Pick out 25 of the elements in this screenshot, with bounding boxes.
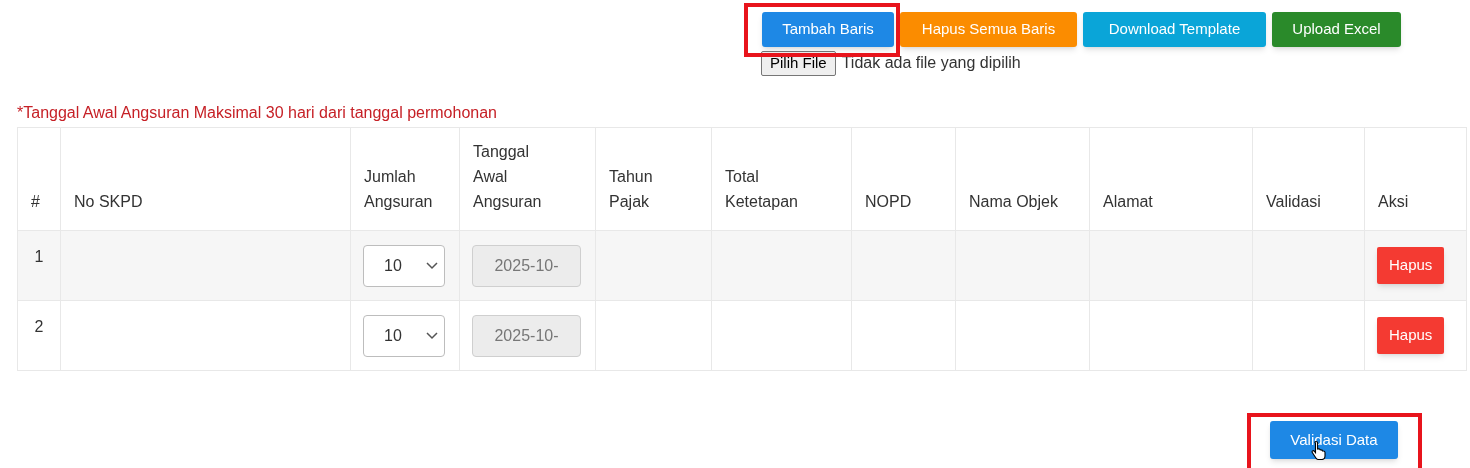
delete-button[interactable]: Hapus xyxy=(1377,317,1445,354)
toolbar-button[interactable]: Hapus Semua Baris xyxy=(900,12,1077,47)
validate-button[interactable]: Validasi Data xyxy=(1270,421,1398,459)
column-header: NOPD xyxy=(865,192,913,212)
delete-button[interactable]: Hapus xyxy=(1377,247,1445,284)
column-header: Tanggal Awal Angsuran xyxy=(473,142,543,212)
column-header: Tahun Pajak xyxy=(609,167,654,212)
column-header: Aksi xyxy=(1378,192,1410,212)
toolbar-button[interactable]: Tambah Baris xyxy=(762,12,894,47)
installment-select[interactable]: 10 xyxy=(363,314,445,357)
column-header: Total Ketetapan xyxy=(725,167,799,212)
column-header: Alamat xyxy=(1103,192,1154,212)
row-number: 1 xyxy=(34,248,44,265)
toolbar-button[interactable]: Download Template xyxy=(1083,12,1266,47)
column-header: Jumlah Angsuran xyxy=(364,167,434,212)
note-text: *Tanggal Awal Angsuran Maksimal 30 hari dari tanggal permohonan xyxy=(16,103,498,123)
column-header: No SKPD xyxy=(74,192,144,212)
installment-select[interactable]: 10 xyxy=(363,244,445,287)
column-header: Validasi xyxy=(1266,192,1322,212)
toolbar-button[interactable]: Upload Excel xyxy=(1272,12,1401,47)
chevron-down-icon xyxy=(426,261,438,270)
chevron-down-icon xyxy=(426,331,438,340)
column-header: Nama Objek xyxy=(969,192,1059,212)
row-number: 2 xyxy=(34,318,44,335)
column-header: # xyxy=(31,192,41,212)
